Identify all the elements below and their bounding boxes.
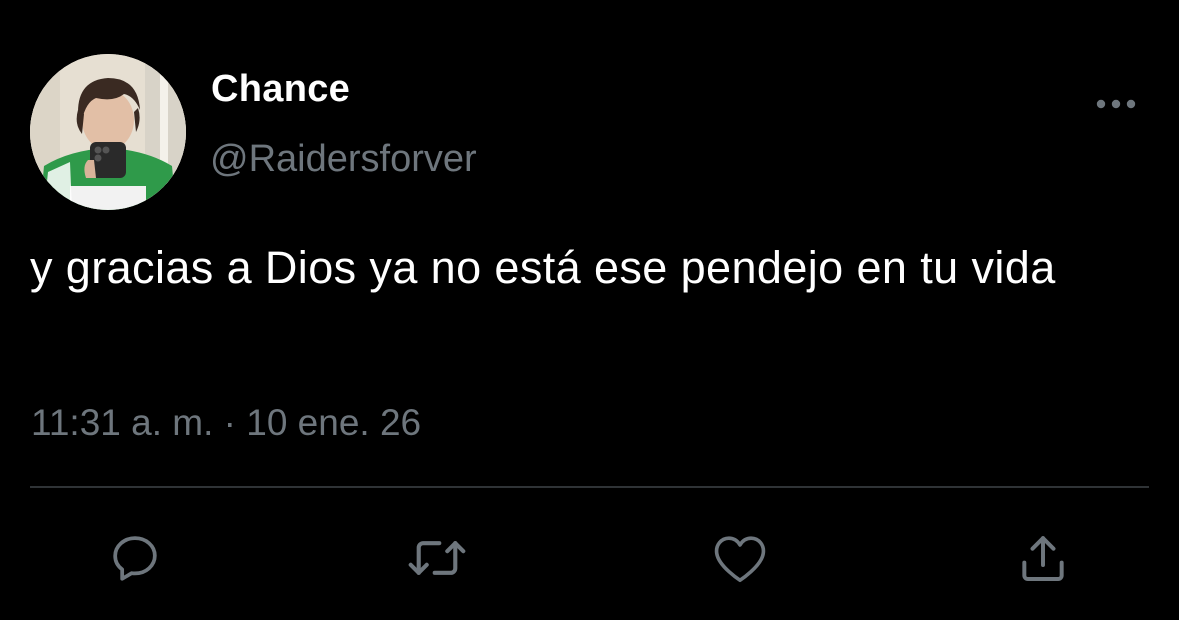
more-options-button[interactable]: [1090, 90, 1142, 118]
avatar[interactable]: [30, 54, 186, 210]
avatar-photo: [30, 54, 186, 210]
tweet-detail: Chance @Raidersforver y gracias a Dios y…: [0, 0, 1179, 620]
divider: [30, 486, 1149, 488]
tweet-timestamp[interactable]: 11:31 a. m. · 10 ene. 26: [31, 402, 421, 444]
retweet-icon: [408, 541, 466, 575]
tweet-text: y gracias a Dios ya no está ese pendejo …: [30, 242, 1056, 293]
author-display-name[interactable]: Chance: [211, 68, 350, 111]
reply-button[interactable]: [103, 528, 167, 588]
reply-icon: [113, 536, 157, 581]
author-handle[interactable]: @Raidersforver: [210, 138, 477, 181]
share-button[interactable]: [1011, 528, 1075, 588]
like-button[interactable]: [708, 528, 772, 588]
heart-icon: [714, 536, 766, 583]
retweet-button[interactable]: [405, 528, 469, 588]
share-icon: [1022, 536, 1064, 581]
more-icon: [1096, 99, 1136, 109]
